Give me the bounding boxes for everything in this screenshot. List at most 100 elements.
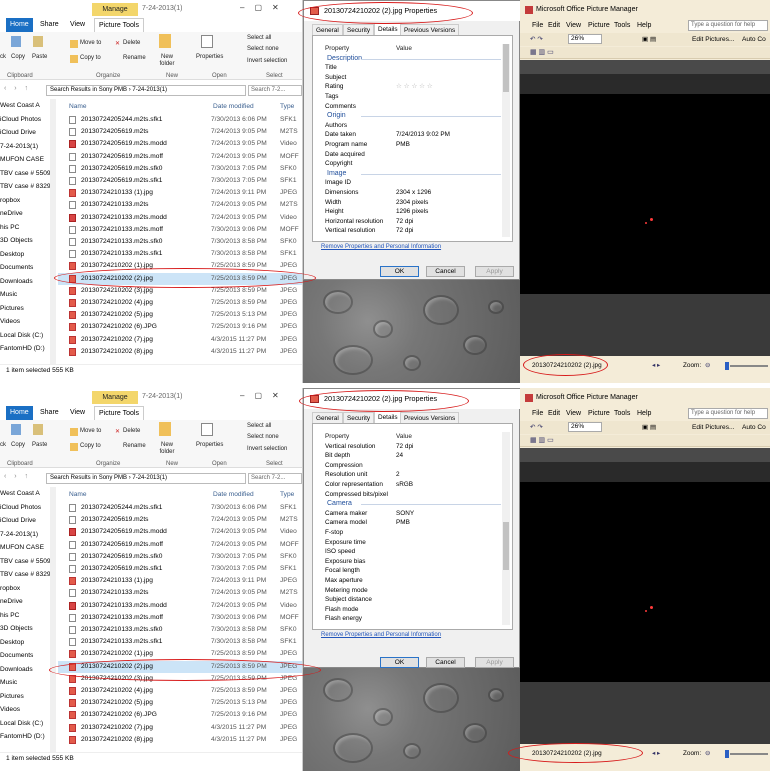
search-input[interactable]: Search 7-2... — [248, 85, 302, 96]
nav-item[interactable]: iCloud Photos — [0, 501, 41, 514]
column-name[interactable]: Name — [69, 491, 87, 498]
prev-next-icons[interactable]: ◂ ▸ — [652, 745, 660, 763]
nav-item[interactable]: Documents — [0, 649, 33, 662]
nav-item[interactable]: iCloud Photos — [0, 113, 41, 126]
nav-item[interactable]: Local Disk (C:) — [0, 329, 43, 342]
help-question-input[interactable]: Type a question for help — [688, 20, 768, 31]
file-row[interactable]: 20130724205244.m2ts.sfk1 7/30/2013 6:06 P… — [58, 502, 302, 514]
menu-file[interactable]: File — [532, 407, 543, 420]
nav-item[interactable]: MUFON CASE — [0, 153, 44, 166]
nav-item[interactable]: iCloud Drive — [0, 126, 36, 139]
back-forward-icons[interactable]: ‹ › ↑ — [4, 473, 31, 480]
column-name[interactable]: Name — [69, 103, 87, 110]
nav-item[interactable]: Downloads — [0, 663, 33, 676]
nav-item[interactable]: MUFON CASE — [0, 541, 44, 554]
zoom-out-icon[interactable]: ⊖ — [705, 745, 710, 763]
copy-to-button[interactable]: Copy to — [80, 55, 101, 61]
file-row[interactable]: 20130724205619.m2ts.sfk0 7/30/2013 7:05 P… — [58, 551, 302, 563]
select-none-button[interactable]: Select none — [247, 46, 279, 52]
file-row[interactable]: 20130724210202 (4).jpg 7/25/2013 8:59 PM J… — [58, 297, 302, 309]
paste-button[interactable]: Paste — [32, 442, 47, 448]
paste-button[interactable]: Paste — [32, 54, 47, 60]
property-scrollbar-thumb[interactable] — [503, 44, 509, 92]
file-row[interactable]: 20130724205619.m2ts.sfk0 7/30/2013 7:05 P… — [58, 163, 302, 175]
copy-to-button[interactable]: Copy to — [80, 443, 101, 449]
remove-properties-link[interactable]: Remove Properties and Personal Informati… — [321, 632, 441, 641]
nav-item[interactable]: neDrive — [0, 207, 23, 220]
rename-button[interactable]: Rename — [123, 443, 146, 449]
tab-previous-versions[interactable]: Previous Versions — [400, 412, 460, 423]
nav-item[interactable]: Local Disk (C:) — [0, 717, 43, 730]
file-row[interactable]: 20130724210202 (8).jpg 4/3/2015 11:27 PM J… — [58, 734, 302, 746]
nav-item[interactable]: 7-24-2013(1) — [0, 140, 38, 153]
zoom-slider-knob[interactable] — [725, 362, 729, 370]
nav-item[interactable]: Documents — [0, 261, 33, 274]
tab-picture-tools[interactable]: Picture Tools — [94, 406, 144, 420]
cancel-button[interactable]: Cancel — [426, 657, 465, 668]
file-row[interactable]: 20130724210202 (5).jpg 7/25/2013 5:13 PM J… — [58, 309, 302, 321]
invert-selection-button[interactable]: Invert selection — [247, 58, 287, 64]
file-row[interactable]: 20130724210133.m2ts.sfk1 7/30/2013 8:58 P… — [58, 636, 302, 648]
file-row[interactable]: 20130724210133.m2ts.moff 7/30/2013 9:06 P… — [58, 224, 302, 236]
auto-correct-button[interactable]: Auto Co — [742, 33, 766, 46]
tab-view[interactable]: View — [66, 406, 89, 420]
undo-redo-icons[interactable]: ↶ ↷ — [530, 33, 543, 46]
nav-item[interactable]: FantomHD (D:) — [0, 342, 45, 355]
nav-scrollbar[interactable] — [50, 487, 56, 752]
nav-item[interactable]: his PC — [0, 609, 19, 622]
file-row[interactable]: 20130724210133.m2ts.sfk0 7/30/2013 8:58 P… — [58, 624, 302, 636]
file-row[interactable]: 20130724205619.m2ts.sfk1 7/30/2013 7:05 P… — [58, 563, 302, 575]
menu-help[interactable]: Help — [637, 19, 651, 32]
zoom-icons[interactable]: ▣ ▤ — [642, 33, 656, 46]
nav-scrollbar[interactable] — [50, 99, 56, 364]
file-row[interactable]: 20130724210202 (8).jpg 4/3/2015 11:27 PM J… — [58, 346, 302, 358]
address-bar[interactable]: Search Results in Sony PMB › 7-24-2013(1… — [46, 85, 246, 96]
invert-selection-button[interactable]: Invert selection — [247, 446, 287, 452]
file-row[interactable]: 20130724210202 (5).jpg 7/25/2013 5:13 PM J… — [58, 697, 302, 709]
ok-button[interactable]: OK — [380, 657, 419, 668]
zoom-select[interactable]: 26% — [568, 34, 602, 44]
menu-edit[interactable]: Edit — [548, 19, 560, 32]
file-row[interactable]: 20130724210133.m2ts.modd 7/24/2013 9:05 P… — [58, 212, 302, 224]
nav-item[interactable]: 3D Objects — [0, 234, 33, 247]
tab-details[interactable]: Details — [374, 23, 402, 35]
file-row[interactable]: 20130724205619.m2ts.modd 7/24/2013 9:05 P… — [58, 526, 302, 538]
menu-picture[interactable]: Picture — [588, 407, 610, 420]
nav-item[interactable]: TBV case # 5509 — [0, 555, 50, 568]
window-controls[interactable]: –▢✕ — [240, 3, 289, 12]
file-row[interactable]: 20130724210202 (7).jpg 4/3/2015 11:27 PM J… — [58, 334, 302, 346]
select-all-button[interactable]: Select all — [247, 423, 271, 429]
nav-item[interactable]: Music — [0, 676, 17, 689]
file-row[interactable]: 20130724205619.m2ts.moff 7/24/2013 9:05 P… — [58, 539, 302, 551]
nav-item[interactable]: Music — [0, 288, 17, 301]
column-date-modified[interactable]: Date modified — [213, 491, 254, 498]
file-row[interactable]: 20130724210202 (6).JPG 7/25/2013 9:16 PM J… — [58, 321, 302, 333]
file-row[interactable]: 20130724205619.m2ts.moff 7/24/2013 9:05 P… — [58, 151, 302, 163]
nav-item[interactable]: Pictures — [0, 302, 24, 315]
nav-item[interactable]: ropbox — [0, 582, 20, 595]
zoom-icons[interactable]: ▣ ▤ — [642, 421, 656, 434]
tab-security[interactable]: Security — [343, 24, 375, 35]
file-row[interactable]: 20130724210133.m2ts.moff 7/30/2013 9:06 P… — [58, 612, 302, 624]
delete-button[interactable]: Delete — [123, 40, 140, 46]
zoom-slider-track[interactable] — [730, 365, 768, 367]
file-row[interactable]: 20130724205244.m2ts.sfk1 7/30/2013 6:06 P… — [58, 114, 302, 126]
tab-general[interactable]: General — [312, 412, 343, 423]
zoom-slider-track[interactable] — [730, 753, 768, 755]
manage-tab[interactable]: Manage — [92, 391, 138, 404]
zoom-out-icon[interactable]: ⊖ — [705, 357, 710, 375]
column-type[interactable]: Type — [280, 491, 294, 498]
tab-share[interactable]: Share — [36, 18, 63, 32]
new-folder-button[interactable]: New folder — [155, 54, 179, 68]
nav-item[interactable]: FantomHD (D:) — [0, 730, 45, 743]
nav-item[interactable]: neDrive — [0, 595, 23, 608]
column-date-modified[interactable]: Date modified — [213, 103, 254, 110]
remove-properties-link[interactable]: Remove Properties and Personal Informati… — [321, 244, 441, 253]
nav-item[interactable]: TBV case # 8329 — [0, 180, 50, 193]
nav-item[interactable]: TBV case # 8329 — [0, 568, 50, 581]
menu-edit[interactable]: Edit — [548, 407, 560, 420]
nav-item[interactable]: Videos — [0, 703, 20, 716]
menu-tools[interactable]: Tools — [614, 407, 630, 420]
menu-picture[interactable]: Picture — [588, 19, 610, 32]
select-none-button[interactable]: Select none — [247, 434, 279, 440]
